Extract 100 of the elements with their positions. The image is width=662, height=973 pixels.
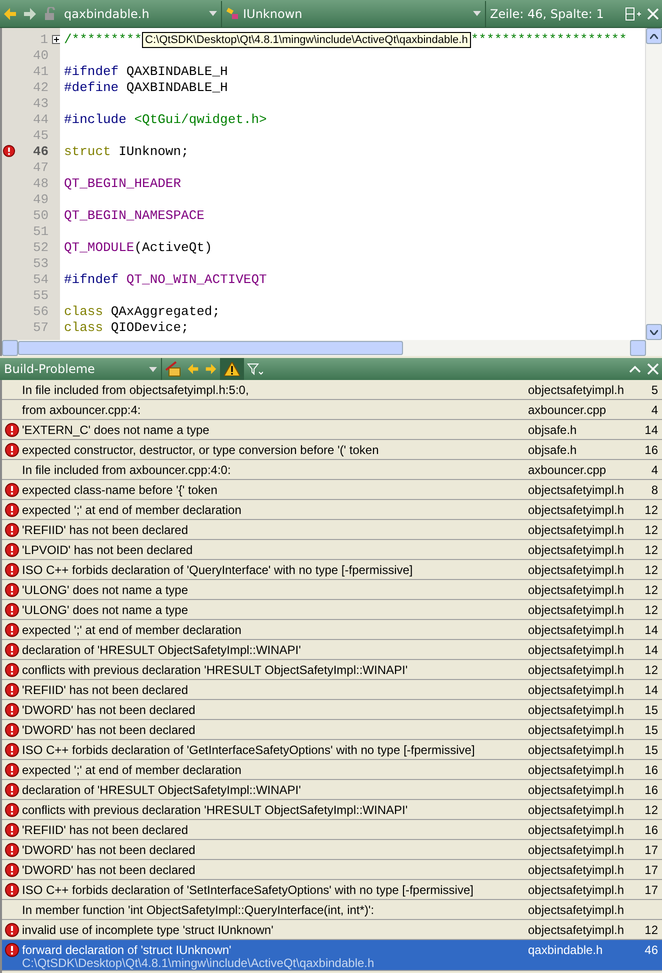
line-number: 52	[32, 240, 49, 254]
issue-row[interactable]: ISO C++ forbids declaration of 'SetInterfaceSafetyOptions' with no type [-fpermissive] objectsafetyimpl.h 17	[2, 880, 662, 900]
issue-line: 17	[644, 842, 659, 857]
line-number: 1	[39, 32, 48, 46]
issue-row[interactable]: expected ';' at end of member declaration objectsafetyimpl.h 12	[2, 500, 662, 520]
issue-row[interactable]: expected ';' at end of member declaration objectsafetyimpl.h 14	[2, 620, 662, 640]
issue-file: objectsafetyimpl.h	[528, 882, 626, 897]
line-number: 40	[32, 48, 49, 62]
issue-row[interactable]: conflicts with previous declaration 'HRESULT ObjectSafetyImpl::WINAPI' objectsafetyimpl.h 12	[2, 660, 662, 680]
code-token: QAxAggregated;	[110, 304, 220, 318]
error-icon	[5, 662, 19, 676]
issue-row[interactable]: 'REFIID' has not been declared objectsafetyimpl.h 12	[2, 520, 662, 540]
issue-message: 'REFIID' has not been declared	[22, 823, 190, 837]
error-icon	[5, 642, 19, 656]
scroll-down-icon[interactable]	[650, 330, 658, 334]
code-comment: /*********	[64, 32, 142, 46]
issue-message: 'ULONG' does not name a type	[22, 583, 190, 597]
issue-row[interactable]: 'REFIID' has not been declared objectsafetyimpl.h 16	[2, 820, 662, 840]
error-icon	[5, 602, 19, 616]
issue-line: 12	[644, 602, 659, 617]
issue-file: objectsafetyimpl.h	[528, 522, 626, 537]
issue-line: 16	[644, 442, 659, 457]
line-number: 50	[32, 208, 49, 222]
code-token: <QtGui/qwidget.h>	[133, 112, 267, 126]
issue-row[interactable]: 'REFIID' has not been declared objectsafetyimpl.h 14	[2, 680, 662, 700]
issue-file: qaxbindable.h	[528, 942, 604, 957]
scroll-up-icon[interactable]	[650, 34, 658, 38]
issue-file: objectsafetyimpl.h	[528, 502, 626, 517]
issue-message: expected ';' at end of member declaration	[22, 623, 242, 637]
issue-file: objsafe.h	[528, 422, 578, 437]
fold-toggle-icon[interactable]	[52, 34, 60, 44]
issue-row[interactable]: conflicts with previous declaration 'HRESULT ObjectSafetyImpl::WINAPI' objectsafetyimpl.h 12	[2, 800, 662, 820]
line-number: 46	[32, 144, 49, 158]
code-token: QIODevice;	[110, 320, 189, 334]
issue-message: invalid use of incomplete type 'struct IUnknown'	[22, 923, 274, 937]
error-icon	[5, 802, 19, 816]
code-token: class	[64, 320, 104, 334]
line-number: 45	[32, 128, 49, 142]
issue-file-path: C:\QtSDK\Desktop\Qt\4.8.1\mingw\include\ActiveQt\qaxbindable.h	[22, 957, 376, 970]
issue-line: 16	[644, 782, 659, 797]
issue-line: 14	[644, 642, 659, 657]
issue-line: 17	[644, 862, 659, 877]
issue-row[interactable]: 'DWORD' has not been declared objectsafetyimpl.h 17	[2, 840, 662, 860]
issue-row[interactable]: declaration of 'HRESULT ObjectSafetyImpl::WINAPI' objectsafetyimpl.h 16	[2, 780, 662, 800]
code-token: QAXBINDABLE_H	[125, 80, 228, 94]
issue-file: objectsafetyimpl.h	[528, 542, 626, 557]
code-token: IUnknown;	[118, 144, 189, 158]
issue-row[interactable]: 'LPVOID' has not been declared objectsafetyimpl.h 12	[2, 540, 662, 560]
error-icon	[5, 522, 19, 536]
issue-file: objectsafetyimpl.h	[528, 782, 626, 797]
cursor-position: Zeile: 46, Spalte: 1	[489, 6, 605, 20]
code-token: QT_NO_WIN_ACTIVEQT	[125, 272, 267, 286]
issue-file: objectsafetyimpl.h	[528, 682, 626, 697]
line-number: 53	[32, 256, 49, 270]
issue-row[interactable]: 'ULONG' does not name a type objectsafetyimpl.h 12	[2, 580, 662, 600]
error-icon	[5, 582, 19, 596]
line-number: 43	[32, 96, 49, 110]
issue-row[interactable]: forward declaration of 'struct IUnknown' C:\QtSDK\Desktop\Qt\4.8.1\mingw\include\ActiveQt\qaxbindable.h qaxbindable.h 46	[2, 940, 662, 971]
code-token: class	[64, 304, 104, 318]
issue-message: 'DWORD' has not been declared	[22, 723, 196, 737]
vertical-scrollbar[interactable]	[645, 28, 662, 340]
issue-line: 15	[644, 702, 659, 717]
error-icon	[5, 542, 19, 556]
code-token: (ActiveQt)	[134, 240, 212, 254]
issue-row[interactable]: 'DWORD' has not been declared objectsafetyimpl.h 15	[2, 720, 662, 740]
issue-row[interactable]: expected class-name before '{' token objectsafetyimpl.h 8	[2, 480, 662, 500]
issue-message: In file included from axbouncer.cpp:4:0:	[22, 463, 232, 477]
issue-file: objectsafetyimpl.h	[528, 842, 626, 857]
issue-line: 12	[644, 582, 659, 597]
issue-row[interactable]: expected ';' at end of member declaration objectsafetyimpl.h 16	[2, 760, 662, 780]
error-icon	[5, 422, 19, 436]
issue-row[interactable]: declaration of 'HRESULT ObjectSafetyImpl::WINAPI' objectsafetyimpl.h 14	[2, 640, 662, 660]
line-number: 48	[32, 176, 49, 190]
issue-message: In file included from objectsafetyimpl.h:5:0,	[22, 383, 250, 397]
error-icon	[5, 622, 19, 636]
issue-line: 4	[650, 402, 659, 417]
issue-message: 'LPVOID' has not been declared	[22, 543, 194, 557]
issue-file: objectsafetyimpl.h	[528, 562, 626, 577]
error-icon	[5, 842, 19, 856]
issue-row[interactable]: 'DWORD' has not been declared objectsafetyimpl.h 15	[2, 700, 662, 720]
issue-row[interactable]: 'DWORD' has not been declared objectsafetyimpl.h 17	[2, 860, 662, 880]
issue-file: objsafe.h	[528, 442, 578, 457]
warning-filter-icon[interactable]	[220, 358, 244, 380]
issue-row[interactable]: ISO C++ forbids declaration of 'GetInterfaceSafetyOptions' with no type [-fpermissive] objectsafetyimpl.h 15	[2, 740, 662, 760]
code-token: QT_BEGIN_HEADER	[64, 176, 182, 190]
issue-row[interactable]: expected constructor, destructor, or type conversion before '(' token objsafe.h 16	[2, 440, 662, 460]
file-dropdown[interactable]: qaxbindable.h	[60, 0, 222, 26]
issue-row[interactable]: 'EXTERN_C' does not name a type objsafe.h 14	[2, 420, 662, 440]
issue-message: expected constructor, destructor, or type conversion before '(' token	[22, 443, 380, 457]
issue-row[interactable]: invalid use of incomplete type 'struct IUnknown' objectsafetyimpl.h 12	[2, 920, 662, 940]
symbol-dropdown[interactable]: IUnknown	[222, 0, 486, 26]
line-number: 44	[32, 112, 49, 126]
issue-file: objectsafetyimpl.h	[528, 802, 626, 817]
issue-row[interactable]: 'ULONG' does not name a type objectsafetyimpl.h 12	[2, 600, 662, 620]
issue-line: 46	[644, 942, 659, 957]
issue-row[interactable]: ISO C++ forbids declaration of 'QueryInterface' with no type [-fpermissive] objectsafetyimpl.h 12	[2, 560, 662, 580]
issue-line: 14	[644, 682, 659, 697]
issue-message: from axbouncer.cpp:4:	[22, 403, 142, 417]
horizontal-scrollbar[interactable]	[0, 340, 662, 356]
issue-file: axbouncer.cpp	[528, 402, 608, 417]
